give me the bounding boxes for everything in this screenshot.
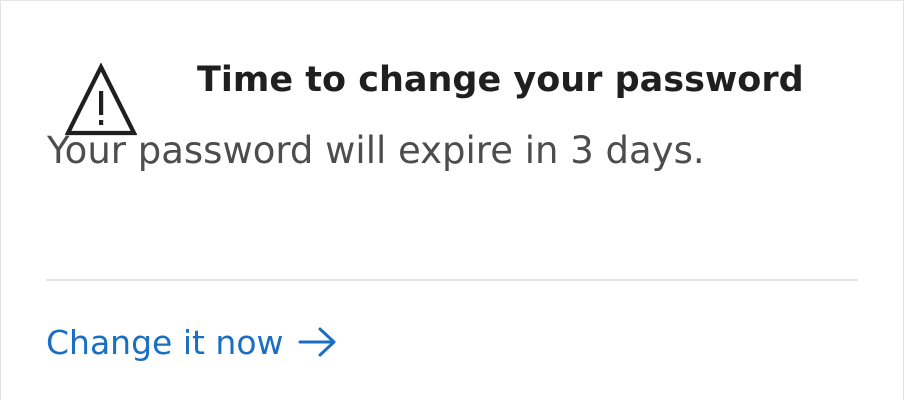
arrow-right-icon bbox=[298, 327, 336, 357]
notification-title: Time to change your password bbox=[197, 60, 804, 100]
change-password-link[interactable]: Change it now bbox=[46, 318, 338, 366]
notification-message: Time to change your password Your passwo… bbox=[47, 55, 827, 179]
password-expiry-notification: Time to change your password Your passwo… bbox=[0, 0, 904, 400]
change-password-label: Change it now bbox=[46, 322, 284, 362]
divider bbox=[46, 279, 858, 281]
notification-body: Your password will expire in 3 days. bbox=[47, 129, 705, 172]
